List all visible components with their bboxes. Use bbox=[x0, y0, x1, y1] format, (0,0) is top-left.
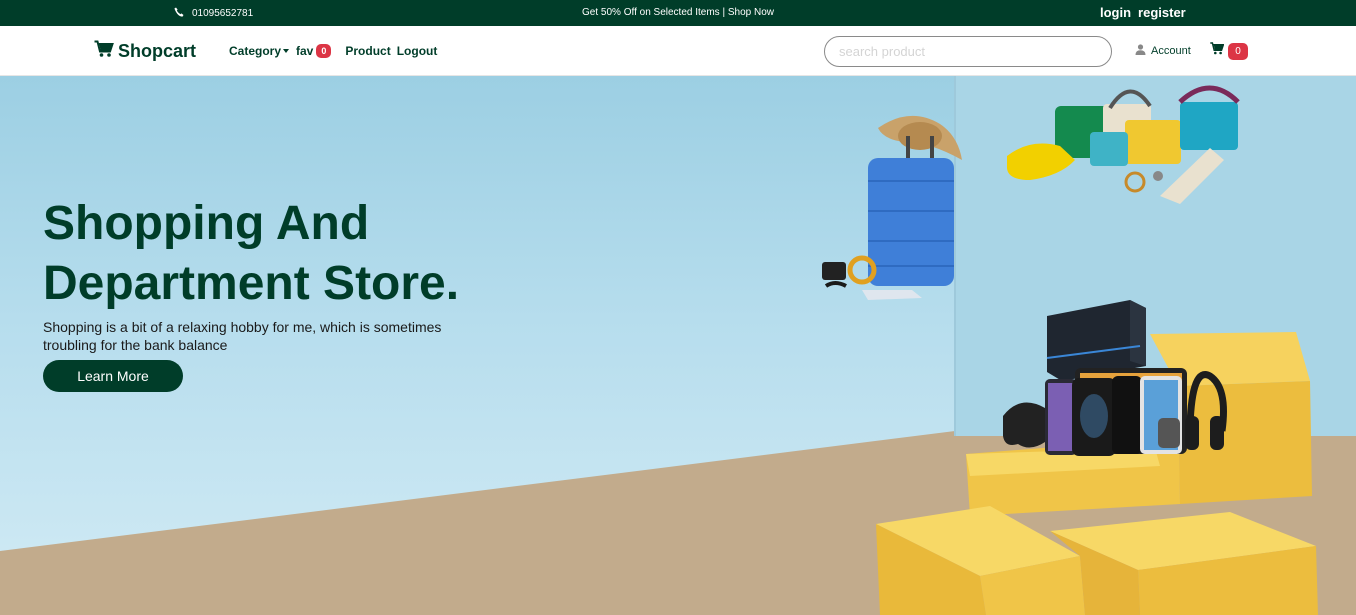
user-icon bbox=[1135, 44, 1146, 58]
suitcase bbox=[822, 115, 962, 300]
navbar: Shopcart Category fav 0 Product Logout A… bbox=[0, 26, 1356, 76]
phone-contact[interactable]: 01095652781 bbox=[174, 7, 253, 20]
hero-section: Shopping And Department Store. Shopping … bbox=[0, 76, 1356, 615]
category-dropdown[interactable]: Category bbox=[229, 44, 290, 58]
promo-text[interactable]: Get 50% Off on Selected Items | Shop Now bbox=[582, 7, 774, 18]
brand-name: Shopcart bbox=[118, 41, 197, 61]
fav-link[interactable]: fav 0 bbox=[296, 44, 332, 58]
auth-links: login register bbox=[1100, 5, 1186, 20]
brand-logo[interactable]: Shopcart bbox=[94, 40, 196, 63]
account-link[interactable]: Account bbox=[1135, 44, 1191, 58]
hero-title: Shopping And Department Store. bbox=[43, 197, 460, 310]
logout-link[interactable]: Logout bbox=[397, 44, 438, 58]
category-label: Category bbox=[229, 44, 282, 58]
cart-logo-icon bbox=[94, 40, 114, 63]
top-bar: 01095652781 Get 50% Off on Selected Item… bbox=[0, 0, 1356, 26]
nav-links: Category fav 0 Product Logout bbox=[229, 44, 437, 58]
phone-number: 01095652781 bbox=[192, 8, 254, 19]
fav-label: fav bbox=[296, 44, 314, 58]
login-link[interactable]: login bbox=[1100, 5, 1131, 20]
hero-subtitle: Shopping is a bit of a relaxing hobby fo… bbox=[43, 319, 442, 353]
chevron-down-icon bbox=[283, 49, 290, 53]
account-label: Account bbox=[1151, 45, 1191, 57]
cart-icon bbox=[1210, 42, 1225, 60]
learn-more-button[interactable]: Learn More bbox=[43, 360, 183, 392]
cart-count-badge: 0 bbox=[1228, 42, 1248, 60]
product-link[interactable]: Product bbox=[345, 44, 390, 58]
phone-icon bbox=[174, 7, 184, 20]
search-input[interactable] bbox=[824, 36, 1112, 67]
cart-button[interactable]: 0 bbox=[1210, 42, 1248, 60]
fav-count-badge: 0 bbox=[316, 44, 332, 58]
register-link[interactable]: register bbox=[1138, 5, 1186, 20]
